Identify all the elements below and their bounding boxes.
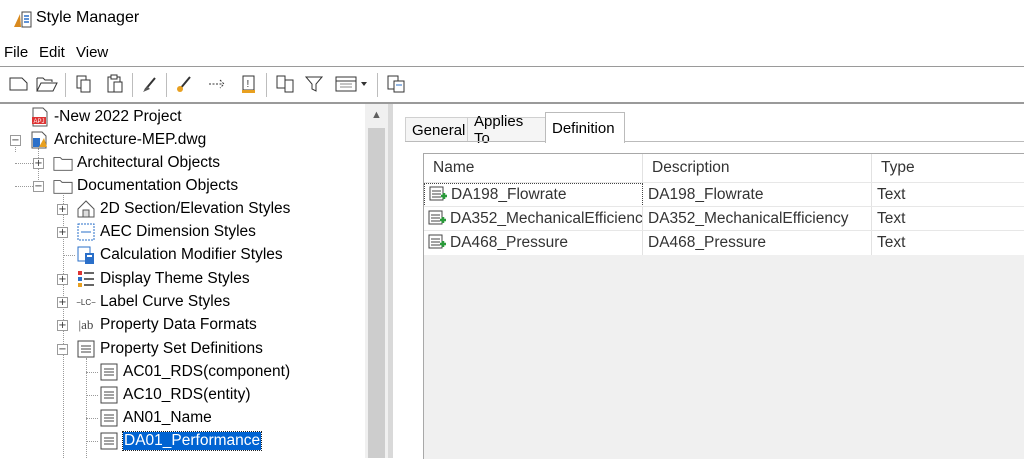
column-header-name[interactable]: Name	[424, 154, 643, 182]
expand-icon[interactable]: +	[57, 320, 68, 331]
tab-applies-to[interactable]: Applies To	[467, 113, 549, 147]
style-tree[interactable]: APJ -New 2022 Project − Architecture-MEP…	[0, 104, 388, 458]
purge-icon[interactable]	[140, 73, 162, 95]
tab-general[interactable]: General	[405, 117, 475, 142]
svg-text:!: !	[247, 79, 250, 90]
tree-item-property-set-definitions[interactable]: Property Set Definitions	[76, 338, 263, 360]
property-definition-icon	[429, 186, 447, 201]
table-row[interactable]: DA468_Pressure DA468_Pressure Text	[424, 230, 1024, 255]
menu-bar: File Edit View	[0, 40, 1024, 66]
tree-item-documentation-objects[interactable]: Documentation Objects	[53, 175, 238, 197]
toolbar: !	[0, 66, 1024, 103]
collapse-icon[interactable]: −	[10, 135, 21, 146]
expand-icon[interactable]: +	[57, 297, 68, 308]
property-set-icon	[99, 385, 119, 405]
window-title: Style Manager	[36, 9, 140, 26]
tree-item-property-data-formats[interactable]: |ab Property Data Formats	[76, 314, 257, 336]
tree-item-new-project[interactable]: APJ -New 2022 Project	[30, 106, 182, 128]
grid-header: Name Description Type	[424, 154, 1024, 182]
menu-view[interactable]: View	[76, 44, 108, 61]
property-set-icon	[99, 431, 119, 451]
display-theme-icon	[76, 269, 96, 289]
folder-icon	[53, 153, 73, 173]
tree-item-architectural-objects[interactable]: Architectural Objects	[53, 152, 220, 174]
menu-file[interactable]: File	[4, 44, 28, 61]
drawing-icon[interactable]	[385, 73, 407, 95]
property-set-icon	[99, 408, 119, 428]
tree-item-label-curve-styles[interactable]: −LC− Label Curve Styles	[76, 291, 230, 313]
svg-text:APJ: APJ	[34, 119, 45, 125]
compare-icon[interactable]	[274, 73, 296, 95]
view-icon[interactable]	[334, 73, 370, 95]
scroll-up-icon[interactable]: ▲	[365, 104, 388, 126]
table-row[interactable]: DA198_Flowrate DA198_Flowrate Text	[424, 182, 1024, 207]
cell-description[interactable]: DA352_MechanicalEfficiency	[643, 207, 872, 231]
undo-icon[interactable]	[206, 73, 228, 95]
column-header-type[interactable]: Type	[872, 154, 1024, 182]
expand-icon[interactable]: +	[33, 158, 44, 169]
cell-type[interactable]: Text	[872, 183, 1024, 207]
collapse-icon[interactable]: −	[33, 181, 44, 192]
style-manager-app-icon	[14, 11, 32, 28]
property-definition-icon	[428, 210, 446, 225]
detail-pane: General Applies To Definition Name Descr…	[393, 104, 1024, 459]
cell-name[interactable]: DA352_MechanicalEfficiency	[424, 207, 643, 231]
cell-type[interactable]: Text	[872, 231, 1024, 255]
title-bar: Style Manager	[0, 0, 1024, 40]
folder-icon	[53, 176, 73, 196]
column-header-description[interactable]: Description	[643, 154, 872, 182]
brush-icon[interactable]	[174, 73, 196, 95]
tree-item-ac01-rds[interactable]: AC01_RDS(component)	[99, 361, 290, 383]
tree-item-ac10-rds[interactable]: AC10_RDS(entity)	[99, 384, 251, 406]
property-set-icon	[76, 339, 96, 359]
table-row[interactable]: DA352_MechanicalEfficiency DA352_Mechani…	[424, 206, 1024, 231]
copy-icon[interactable]	[73, 73, 95, 95]
section-elevation-icon	[76, 199, 96, 219]
tree-item-da01-performance[interactable]: DA01_Performance	[99, 430, 263, 452]
tree-item-display-theme-styles[interactable]: Display Theme Styles	[76, 268, 250, 290]
property-set-icon	[99, 362, 119, 382]
cell-name[interactable]: DA198_Flowrate	[424, 183, 643, 207]
paste-icon[interactable]	[104, 73, 126, 95]
drawing-file-icon	[30, 130, 50, 150]
calculator-icon	[76, 245, 96, 265]
data-format-icon: |ab	[78, 317, 94, 332]
expand-icon[interactable]: +	[57, 274, 68, 285]
expand-icon[interactable]: +	[57, 204, 68, 215]
scroll-thumb[interactable]	[368, 128, 385, 458]
cell-type[interactable]: Text	[872, 207, 1024, 231]
cell-name[interactable]: DA468_Pressure	[424, 231, 643, 255]
tree-item-calculation-modifier-styles[interactable]: Calculation Modifier Styles	[76, 244, 283, 266]
tree-item-section-elevation-styles[interactable]: 2D Section/Elevation Styles	[76, 198, 290, 220]
project-file-icon: APJ	[30, 107, 50, 127]
cell-description[interactable]: DA198_Flowrate	[643, 183, 872, 207]
tree-item-drawing[interactable]: Architecture-MEP.dwg	[30, 129, 206, 151]
tree-scrollbar[interactable]: ▲	[365, 104, 388, 458]
menu-edit[interactable]: Edit	[39, 44, 65, 61]
tree-item-aec-dimension-styles[interactable]: AEC Dimension Styles	[76, 221, 256, 243]
open-icon[interactable]	[36, 73, 58, 95]
tab-definition[interactable]: Definition	[545, 112, 625, 143]
property-definition-icon	[428, 234, 446, 249]
property-definitions-grid: Name Description Type DA198_Flowrate DA1…	[423, 153, 1024, 459]
label-curve-icon: −LC−	[76, 297, 96, 307]
new-icon[interactable]	[8, 73, 30, 95]
expand-icon[interactable]: +	[57, 227, 68, 238]
cell-description[interactable]: DA468_Pressure	[643, 231, 872, 255]
warning-icon[interactable]: !	[238, 73, 260, 95]
dimension-icon	[76, 222, 96, 242]
tree-item-an01-name[interactable]: AN01_Name	[99, 407, 212, 429]
filter-icon[interactable]	[303, 73, 325, 95]
collapse-icon[interactable]: −	[57, 344, 68, 355]
